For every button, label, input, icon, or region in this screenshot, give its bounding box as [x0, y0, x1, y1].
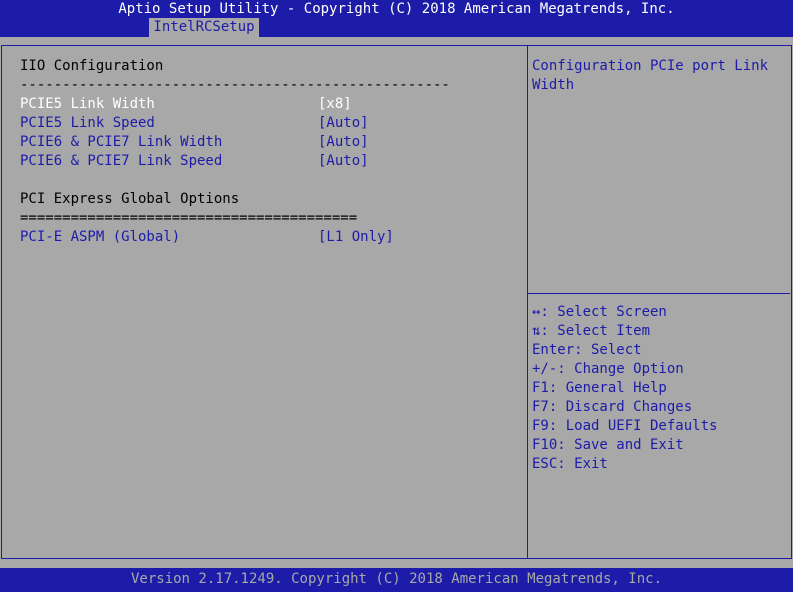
setting-pcie-aspm-global[interactable]: PCI-E ASPM (Global) [20, 228, 180, 247]
section-title: IIO Configuration [20, 58, 164, 74]
global-options-title: PCI Express Global Options [20, 191, 240, 207]
help-divider-horizontal [528, 293, 790, 294]
title-bar: Aptio Setup Utility - Copyright (C) 2018… [0, 0, 793, 37]
key-hint-change-option: +/-: Change Option [532, 361, 684, 377]
setting-pcie5-link-width[interactable]: PCIE5 Link Width [20, 95, 155, 114]
key-hint-save-exit: F10: Save and Exit [532, 437, 684, 453]
setting-pcie-aspm-global-value[interactable]: [L1 Only] [318, 228, 394, 247]
key-hint-discard-changes: F7: Discard Changes [532, 399, 693, 415]
help-description: Configuration PCIe port Link Width [532, 58, 769, 93]
key-hint-enter: Enter: Select [532, 342, 642, 358]
key-hint-select-screen: ↔: Select Screen [532, 304, 667, 320]
setting-pcie5-link-speed[interactable]: PCIE5 Link Speed [20, 114, 155, 133]
panel-divider-vertical [527, 45, 528, 559]
key-legend: ↔: Select Screen ⇅: Select Item Enter: S… [532, 303, 717, 474]
bios-screen: Aptio Setup Utility - Copyright (C) 2018… [0, 0, 793, 592]
key-hint-exit: ESC: Exit [532, 456, 608, 472]
setting-pcie5-link-width-value[interactable]: [x8] [318, 95, 352, 114]
key-hint-general-help: F1: General Help [532, 380, 667, 396]
key-hint-load-defaults: F9: Load UEFI Defaults [532, 418, 718, 434]
key-hint-select-item: ⇅: Select Item [532, 323, 651, 339]
setting-pcie5-link-speed-value[interactable]: [Auto] [318, 114, 369, 133]
separator-dashes: ----------------------------------------… [20, 77, 450, 93]
setting-pcie6-pcie7-link-width-value[interactable]: [Auto] [318, 133, 369, 152]
tab-intelrcsetup[interactable]: IntelRCSetup [149, 18, 259, 37]
separator-equals: ======================================== [20, 210, 358, 226]
setting-pcie6-pcie7-link-width[interactable]: PCIE6 & PCIE7 Link Width [20, 133, 222, 152]
footer-version: Version 2.17.1249. Copyright (C) 2018 Am… [0, 568, 793, 592]
setting-pcie6-pcie7-link-speed-value[interactable]: [Auto] [318, 152, 369, 171]
app-title: Aptio Setup Utility - Copyright (C) 2018… [118, 1, 675, 17]
setting-pcie6-pcie7-link-speed[interactable]: PCIE6 & PCIE7 Link Speed [20, 152, 222, 171]
